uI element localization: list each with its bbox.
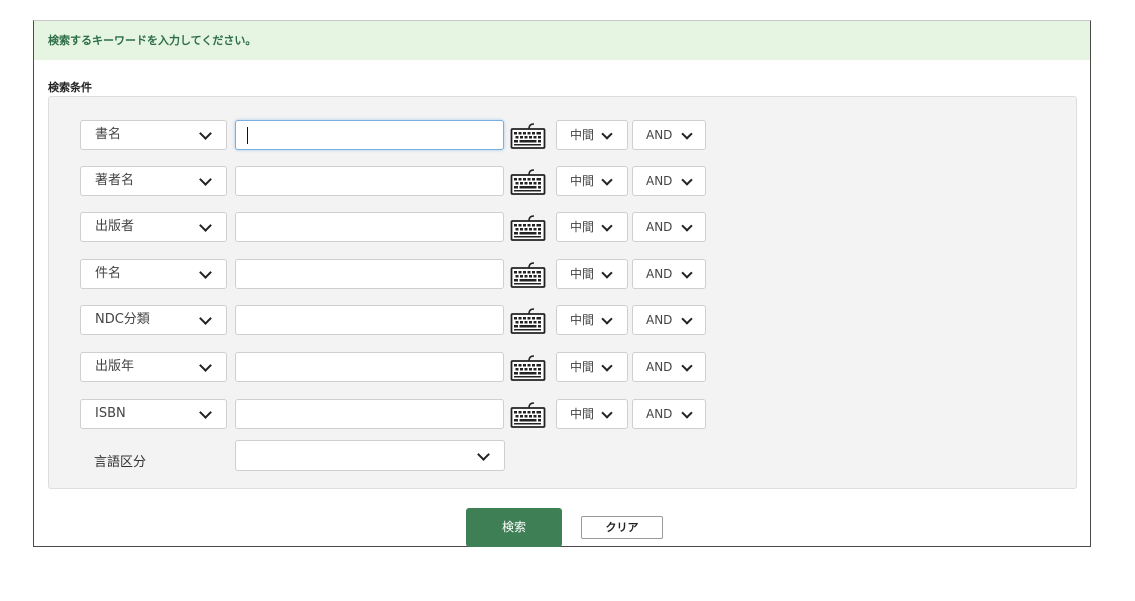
keyword-input[interactable]: [235, 212, 504, 242]
operator-value: AND: [646, 128, 673, 142]
match-type-value: 中間: [570, 174, 595, 188]
field-select-value: 出版年: [95, 359, 135, 374]
chevron-down-icon: [199, 359, 212, 372]
match-type-value: 中間: [570, 360, 595, 374]
keyboard-icon[interactable]: [510, 399, 546, 429]
conditions-title: 検索条件: [48, 81, 92, 94]
match-type-value: 中間: [570, 267, 595, 281]
chevron-down-icon: [199, 173, 212, 186]
match-type-select[interactable]: 中間: [556, 352, 628, 382]
keyboard-icon[interactable]: [510, 166, 546, 196]
keyword-input[interactable]: [235, 259, 504, 289]
keyword-input[interactable]: [235, 120, 504, 150]
chevron-down-icon: [681, 407, 693, 419]
keyboard-icon[interactable]: [510, 212, 546, 242]
chevron-down-icon: [601, 407, 613, 419]
text-cursor: [247, 127, 248, 144]
chevron-down-icon: [681, 174, 693, 186]
match-type-select[interactable]: 中間: [556, 120, 628, 150]
field-select[interactable]: 出版年: [80, 352, 227, 382]
match-type-value: 中間: [570, 128, 595, 142]
match-type-value: 中間: [570, 220, 595, 234]
match-type-value: 中間: [570, 407, 595, 421]
field-select-value: NDC分類: [95, 312, 150, 327]
operator-value: AND: [646, 220, 673, 234]
field-select[interactable]: 出版者: [80, 212, 227, 242]
keyboard-icon[interactable]: [510, 259, 546, 289]
operator-select[interactable]: AND: [632, 212, 706, 242]
chevron-down-icon: [199, 312, 212, 325]
match-type-select[interactable]: 中間: [556, 166, 628, 196]
keyword-input[interactable]: [235, 305, 504, 335]
operator-select[interactable]: AND: [632, 399, 706, 429]
keyboard-icon[interactable]: [510, 352, 546, 382]
chevron-down-icon: [199, 219, 212, 232]
field-select-value: 著者名: [95, 173, 135, 188]
match-type-select[interactable]: 中間: [556, 305, 628, 335]
search-panel: 検索するキーワードを入力してください。 検索条件 書名 中間 AND 著者名 中…: [33, 20, 1091, 547]
operator-select[interactable]: AND: [632, 259, 706, 289]
field-select-value: 書名: [95, 127, 122, 142]
match-type-select[interactable]: 中間: [556, 259, 628, 289]
operator-select[interactable]: AND: [632, 305, 706, 335]
chevron-down-icon: [601, 128, 613, 140]
chevron-down-icon: [681, 313, 693, 325]
chevron-down-icon: [601, 313, 613, 325]
field-select[interactable]: 件名: [80, 259, 227, 289]
operator-value: AND: [646, 407, 673, 421]
operator-value: AND: [646, 360, 673, 374]
chevron-down-icon: [199, 127, 212, 140]
chevron-down-icon: [601, 220, 613, 232]
keyword-input[interactable]: [235, 166, 504, 196]
chevron-down-icon: [477, 448, 490, 461]
operator-value: AND: [646, 174, 673, 188]
chevron-down-icon: [601, 267, 613, 279]
field-select[interactable]: ISBN: [80, 399, 227, 429]
keyword-input[interactable]: [235, 399, 504, 429]
field-select[interactable]: 著者名: [80, 166, 227, 196]
match-type-value: 中間: [570, 313, 595, 327]
language-label: 言語区分: [94, 455, 147, 470]
operator-select[interactable]: AND: [632, 120, 706, 150]
field-select-value: 出版者: [95, 219, 135, 234]
chevron-down-icon: [681, 267, 693, 279]
field-select-value: 件名: [95, 266, 122, 281]
keyboard-icon[interactable]: [510, 120, 546, 150]
match-type-select[interactable]: 中間: [556, 399, 628, 429]
language-select[interactable]: [235, 440, 505, 471]
keyboard-icon[interactable]: [510, 305, 546, 335]
chevron-down-icon: [681, 360, 693, 372]
chevron-down-icon: [199, 266, 212, 279]
operator-value: AND: [646, 313, 673, 327]
conditions-box: 書名 中間 AND 著者名 中間 AND 出版者 中間 AND 件名 中間 AN…: [48, 96, 1077, 489]
chevron-down-icon: [681, 128, 693, 140]
operator-select[interactable]: AND: [632, 352, 706, 382]
field-select-value: ISBN: [95, 406, 126, 421]
search-button[interactable]: 検索: [466, 508, 562, 547]
chevron-down-icon: [199, 406, 212, 419]
field-select[interactable]: 書名: [80, 120, 227, 150]
match-type-select[interactable]: 中間: [556, 212, 628, 242]
keyword-input[interactable]: [235, 352, 504, 382]
operator-select[interactable]: AND: [632, 166, 706, 196]
chevron-down-icon: [601, 174, 613, 186]
clear-button[interactable]: クリア: [581, 516, 663, 539]
instruction-message: 検索するキーワードを入力してください。: [34, 21, 1090, 60]
chevron-down-icon: [681, 220, 693, 232]
operator-value: AND: [646, 267, 673, 281]
chevron-down-icon: [601, 360, 613, 372]
field-select[interactable]: NDC分類: [80, 305, 227, 335]
